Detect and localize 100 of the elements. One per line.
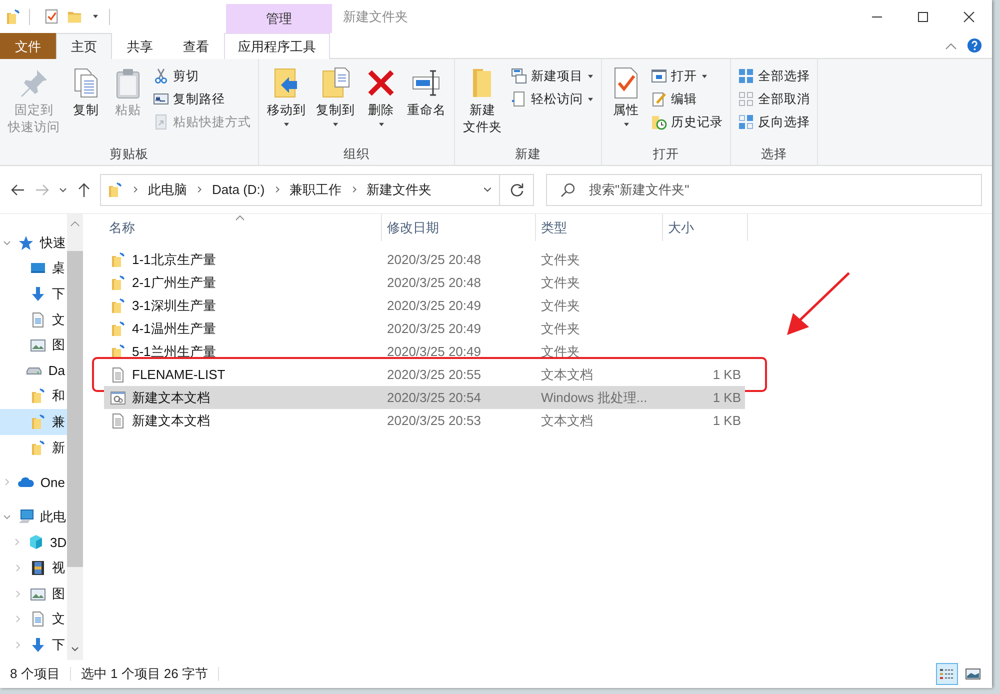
chevron-right-icon (131, 185, 140, 194)
ribbon-button[interactable]: 新建 文件夹 (459, 65, 506, 138)
refresh-icon (508, 182, 524, 198)
ribbon-button[interactable]: 全部取消 (735, 88, 813, 110)
modified-date: 2020/3/25 20:53 (386, 413, 482, 428)
picture-icon (30, 337, 46, 354)
nav-item[interactable]: 和 (0, 384, 67, 410)
film-icon (30, 560, 46, 576)
file-type: 文件夹 (540, 250, 581, 268)
grid-icon (738, 68, 754, 84)
scrollbar-thumb[interactable] (67, 251, 83, 567)
help-button[interactable] (967, 38, 982, 53)
ribbon-button[interactable]: 复制到 (312, 65, 359, 129)
column-header[interactable]: 大小 (663, 214, 748, 241)
ribbon-button[interactable]: 删除 (361, 65, 401, 129)
picture-icon (30, 586, 46, 602)
folder-icon (110, 252, 126, 268)
folder-icon (30, 388, 46, 404)
nav-item[interactable]: One (0, 469, 67, 495)
column-header[interactable]: 名称 (104, 214, 382, 241)
window-icon (651, 68, 667, 84)
breadcrumb[interactable]: 此电脑 (148, 180, 187, 198)
nav-item[interactable]: 文 (0, 306, 67, 332)
breadcrumb[interactable]: 新建文件夹 (366, 180, 432, 198)
ribbon-button[interactable]: 轻松访问 (508, 88, 597, 110)
file-name: FLENAME-LIST (132, 367, 226, 382)
document-icon (30, 611, 46, 628)
file-row[interactable]: 2-1广州生产量 2020/3/25 20:48 文件夹 (104, 271, 745, 294)
nav-item[interactable]: 快速 (0, 230, 67, 256)
ribbon-tab[interactable]: 应用程序工具 (224, 33, 330, 59)
group-label: 打开 (652, 146, 680, 162)
document-icon (30, 312, 46, 328)
path-icon (153, 91, 169, 107)
nav-item[interactable]: 桌 (0, 256, 67, 282)
file-row[interactable]: 新建文本文档 2020/3/25 20:54 Windows 批处理... 1 KB (104, 386, 745, 409)
folder-icon (110, 298, 126, 314)
star-icon (18, 234, 34, 251)
download-icon (30, 636, 46, 653)
file-row[interactable]: 新建文本文档 2020/3/25 20:53 文本文档 1 KB (104, 409, 745, 432)
file-name: 4-1温州生产量 (132, 320, 216, 338)
folder-icon (67, 9, 82, 24)
file-row[interactable]: 3-1深圳生产量 2020/3/25 20:49 文件夹 (104, 294, 745, 317)
chevron-right-icon (12, 537, 22, 548)
refresh-button[interactable] (500, 174, 534, 206)
search-field[interactable]: 搜索"新建文件夹" (546, 174, 982, 206)
nav-item[interactable]: 3D (0, 530, 67, 556)
column-header[interactable]: 类型 (536, 214, 663, 241)
download-icon (30, 286, 46, 302)
column-header[interactable]: 修改日期 (382, 214, 536, 241)
nav-item[interactable]: Da (0, 358, 67, 384)
nav-item[interactable]: 下 (0, 281, 67, 307)
file-row[interactable]: 1-1北京生产量 2020/3/25 20:48 文件夹 (104, 248, 745, 271)
ribbon-button[interactable]: 全部选择 (735, 65, 813, 87)
nav-item[interactable]: 兼 (0, 409, 67, 435)
file-row[interactable]: 4-1温州生产量 2020/3/25 20:49 文件夹 (104, 317, 745, 340)
ribbon-button[interactable]: 历史记录 (648, 111, 726, 133)
ribbon-button[interactable]: 复制 (66, 65, 106, 121)
ribbon-button[interactable]: 新建项目 (508, 65, 597, 87)
group-label: 组织 (342, 146, 370, 162)
properties-button[interactable] (44, 9, 59, 24)
ribbon-tab[interactable]: 主页 (56, 33, 112, 59)
file-name: 5-1兰州生产量 (132, 342, 216, 360)
ribbon-button[interactable]: 属性 (606, 65, 646, 129)
nav-item[interactable]: 下 (0, 632, 67, 658)
caret-icon (378, 122, 384, 127)
ribbon-tab[interactable]: 文件 (0, 33, 56, 59)
caret-icon (332, 122, 339, 127)
nav-item[interactable]: 新 (0, 434, 67, 460)
ribbon-button[interactable]: 反向选择 (735, 111, 813, 133)
ribbon-button[interactable]: 复制路径 (150, 88, 254, 110)
nav-item[interactable]: 此电 (0, 504, 67, 530)
details-view-button[interactable] (936, 663, 958, 685)
address-bar[interactable]: 此电脑 Data (D:) 兼职工作 新建文件夹 (100, 174, 500, 206)
file-type: 文件夹 (540, 274, 581, 292)
shortcut-icon (153, 114, 169, 130)
nav-item[interactable]: 视 (0, 555, 67, 581)
item-count: 8 个项目 (10, 665, 60, 683)
file-type: 文件夹 (540, 296, 581, 314)
ribbon-button[interactable]: 重命名 (403, 65, 450, 121)
arrow-left-icon (10, 182, 26, 198)
file-name: 2-1广州生产量 (132, 274, 216, 292)
group-label: 选择 (760, 146, 788, 162)
breadcrumb[interactable]: 兼职工作 (290, 180, 342, 198)
history-icon (651, 114, 667, 130)
ribbon-button[interactable]: 剪切 (150, 65, 254, 87)
ribbon-button[interactable]: 打开 (648, 65, 726, 87)
computer-icon (18, 508, 34, 525)
chevron-right-icon (195, 185, 204, 194)
nav-item[interactable]: 图 (0, 332, 67, 358)
breadcrumb[interactable]: Data (D:) (212, 182, 265, 197)
modified-date: 2020/3/25 20:49 (386, 298, 482, 313)
collapse-ribbon-button[interactable] (945, 42, 957, 50)
text-file-icon (110, 412, 126, 428)
file-row[interactable]: FLENAME-LIST 2020/3/25 20:55 文本文档 1 KB (104, 363, 745, 386)
close-icon (963, 10, 975, 22)
nav-item[interactable]: 文 (0, 606, 67, 632)
nav-item[interactable]: 图 (0, 580, 67, 606)
scroll-down-button[interactable] (70, 644, 80, 654)
ribbon-button[interactable]: 移动到 (263, 65, 310, 129)
ribbon-button[interactable]: 编辑 (648, 88, 726, 110)
